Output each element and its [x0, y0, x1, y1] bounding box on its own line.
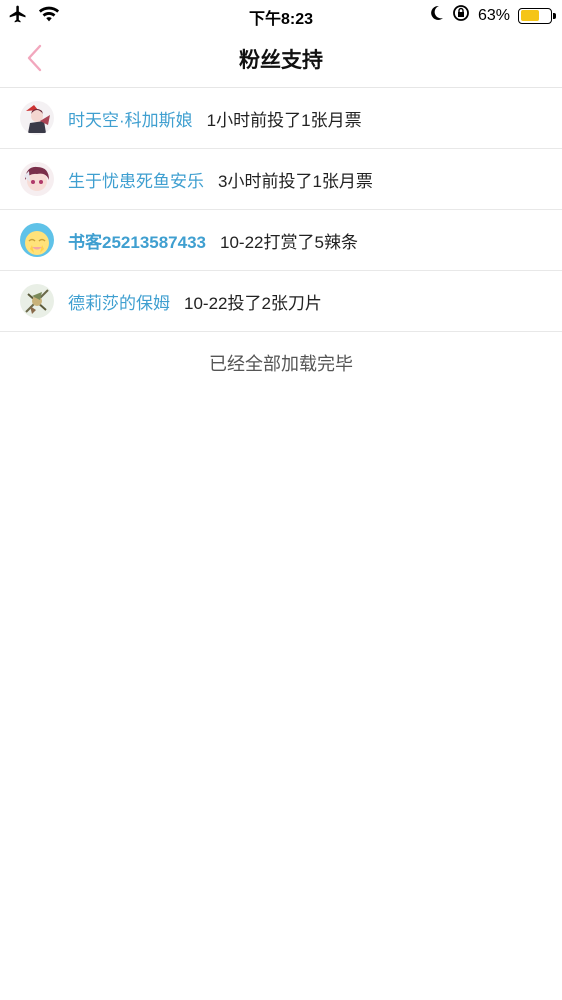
battery-fill: [520, 10, 539, 21]
support-action: 1小时前投了1张月票: [206, 110, 362, 130]
nav-bar: 粉丝支持: [0, 30, 562, 88]
list-item[interactable]: 德莉莎的保姆 10-22投了2张刀片: [0, 271, 562, 332]
support-action: 3小时前投了1张月票: [218, 171, 373, 191]
battery-percent: 63%: [477, 6, 510, 24]
battery-icon: [518, 7, 556, 24]
moon-icon: [430, 5, 444, 26]
user-name-link[interactable]: 时天空·科加斯娘: [68, 106, 193, 131]
support-action: 10-22打赏了5辣条: [220, 232, 358, 252]
list-item[interactable]: 书客25213587433 10-22打赏了5辣条: [0, 210, 562, 271]
list-item[interactable]: 时天空·科加斯娘 1小时前投了1张月票: [0, 88, 562, 149]
avatar[interactable]: [20, 284, 54, 318]
user-name-link[interactable]: 生于忧患死鱼安乐: [68, 167, 204, 192]
end-of-list-message: 已经全部加载完毕: [209, 354, 353, 374]
status-right: 63%: [430, 4, 556, 27]
status-bar: 下午8:23 63%: [0, 0, 562, 30]
support-action: 10-22投了2张刀片: [184, 293, 322, 313]
user-name-link[interactable]: 书客25213587433: [68, 228, 206, 253]
avatar[interactable]: [20, 223, 54, 257]
page-title: 粉丝支持: [239, 49, 323, 72]
user-name-link[interactable]: 德莉莎的保姆: [68, 289, 170, 314]
avatar[interactable]: [20, 101, 54, 135]
list-item[interactable]: 生于忧患死鱼安乐 3小时前投了1张月票: [0, 149, 562, 210]
avatar[interactable]: [20, 162, 54, 196]
supporter-list: 时天空·科加斯娘 1小时前投了1张月票 生于忧患死鱼安乐 3小时前投了1张月票: [0, 88, 562, 332]
rotation-lock-icon: [452, 4, 470, 27]
